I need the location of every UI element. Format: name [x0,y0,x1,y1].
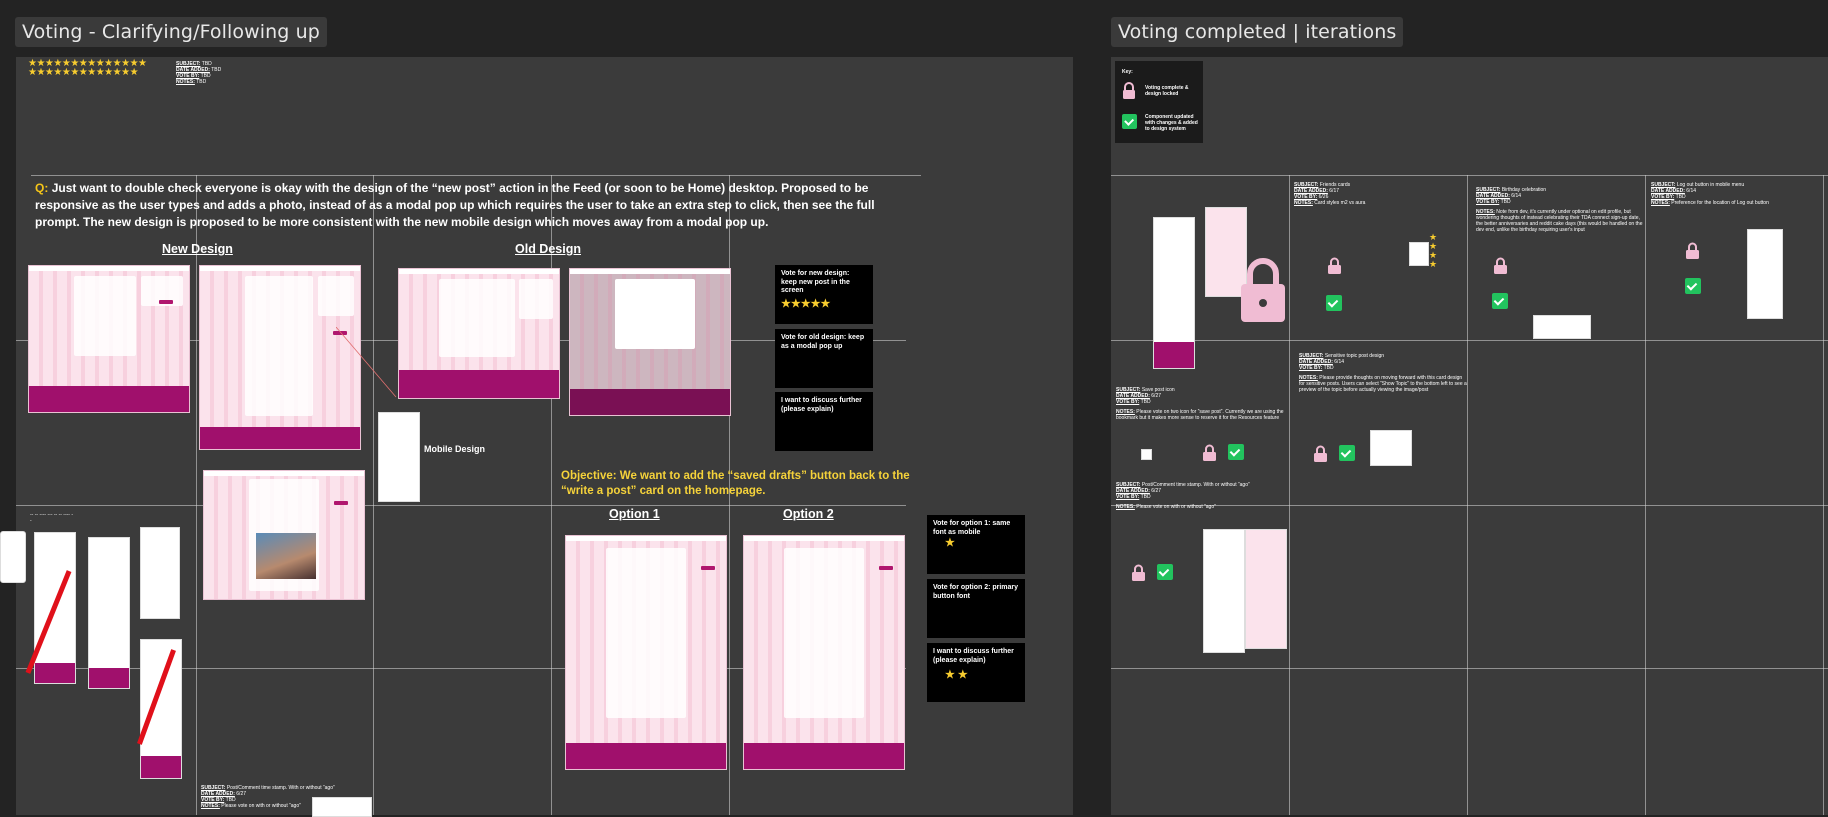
objective-text: Objective: We want to add the “saved dra… [561,470,910,497]
grid-line [373,175,374,815]
frame-title-voting-clarifying[interactable]: Voting - Clarifying/Following up [15,17,327,47]
new-design-heading: New Design [162,242,233,256]
grid-line [1289,175,1290,815]
grid-line [1823,175,1824,815]
check-icon [1326,295,1342,311]
vote-box-new-design[interactable]: Vote for new design: keep new post in th… [775,265,873,324]
key-check-text: Component updated with changes & added t… [1145,114,1198,132]
new-design-mock-photo[interactable] [203,470,365,600]
vote-stars: ★ [945,537,955,549]
key-legend: Key: Voting complete & design locked Com… [1115,61,1203,143]
vote-box-option1[interactable]: Vote for option 1: same font as mobile ★ [927,515,1025,574]
old-design-heading: Old Design [515,242,581,256]
timestamp-snippet [312,797,372,817]
timestamp-phone-mock[interactable] [1245,529,1287,649]
frame-title-voting-completed[interactable]: Voting completed | iterations [1111,17,1404,47]
old-design-mock-modal[interactable] [569,268,731,416]
phone-note: -- -- ---- --- -- -- ---- -- [30,512,74,524]
key-title: Key: [1122,69,1133,75]
lock-icon [1123,82,1135,99]
save-post-meta: SUBJECT: Save post icon DATE ADDED: 6/27… [1116,387,1284,421]
question-text: Q: Just want to double check everyone is… [35,181,875,229]
vote-box-option2[interactable]: Vote for option 2: primary button font [927,579,1025,638]
lock-icon [1314,445,1327,462]
option1-mock[interactable] [565,535,727,770]
old-design-mock-desktop[interactable] [398,268,560,399]
subject-meta: SUBJECT: TBD DATE ADDED: TBD VOTE BY: TB… [176,61,222,85]
grid-line [1645,175,1646,815]
grid-line [1111,668,1828,669]
check-icon [1685,278,1701,294]
voting-completed-frame: Key: Voting complete & design locked Com… [1111,57,1828,815]
voting-clarifying-frame: ★★★★★★★★★★★★★★ ★★★★★★★★★★★★★ SUBJECT: TB… [16,57,1073,817]
birthday-meta: SUBJECT: Birthday celebration DATE ADDED… [1476,187,1643,233]
new-design-mock-desktop[interactable] [28,265,190,413]
check-icon [1157,564,1173,580]
grid-line [1111,175,1828,176]
check-icon [1228,444,1244,460]
key-lock-text: Voting complete & design locked [1145,85,1189,97]
option1-heading: Option 1 [609,507,660,521]
timestamp-meta: SUBJECT: Post/Comment time stamp. With o… [1116,482,1250,510]
grid-line [31,175,921,176]
completed-phone-mock-1[interactable] [1153,217,1195,369]
vote-stars: ★★★★★ [781,297,831,310]
mobile-design-mock[interactable] [378,412,420,502]
offscreen-card [0,531,26,583]
friends-cards-meta: SUBJECT: Friends cards DATE ADDED: 6/17 … [1294,182,1366,206]
vote-box-discuss[interactable]: I want to discuss further (please explai… [775,392,873,451]
timestamp-phone-mock-2[interactable] [88,537,130,689]
vote-stars: ★ ★ [945,669,968,681]
grid-line [16,505,906,506]
lock-icon [1132,564,1145,581]
grid-line [1467,175,1468,815]
check-icon [1492,293,1508,309]
lock-icon [1241,258,1285,322]
friends-stars: ★ ★ ★ ★ [1429,232,1438,269]
lock-icon [1203,444,1216,461]
timestamp-phone-mock-4[interactable] [140,639,182,779]
logout-meta: SUBJECT: Log out button in mobile menu D… [1651,182,1769,206]
birthday-snippet[interactable] [1533,315,1591,339]
lock-icon [1328,257,1341,274]
option2-heading: Option 2 [783,507,834,521]
star-stickers-row: ★★★★★★★★★★★★★ [28,67,139,78]
friends-card-mock[interactable] [1409,242,1429,266]
sensitive-meta: SUBJECT: Sensitive topic post design DAT… [1299,353,1467,393]
connector-line [336,327,397,398]
vote-box-old-design[interactable]: Vote for old design: keep as a modal pop… [775,329,873,388]
option2-mock[interactable] [743,535,905,770]
lock-icon [1494,257,1507,274]
vote-box-discuss-2[interactable]: I want to discuss further (please explai… [927,643,1025,702]
save-icon-option[interactable] [1141,449,1152,460]
mobile-design-label: Mobile Design [424,444,486,454]
timestamp-phone-mock-3[interactable] [140,527,180,619]
grid-line [196,175,197,815]
sensitive-post-mock[interactable] [1370,430,1412,466]
lock-icon [1686,242,1699,259]
timestamp-phone-mock[interactable] [1203,529,1245,653]
check-icon [1339,445,1355,461]
check-icon [1122,114,1137,129]
logout-menu-mock[interactable] [1747,229,1783,319]
grid-line [1111,340,1828,341]
